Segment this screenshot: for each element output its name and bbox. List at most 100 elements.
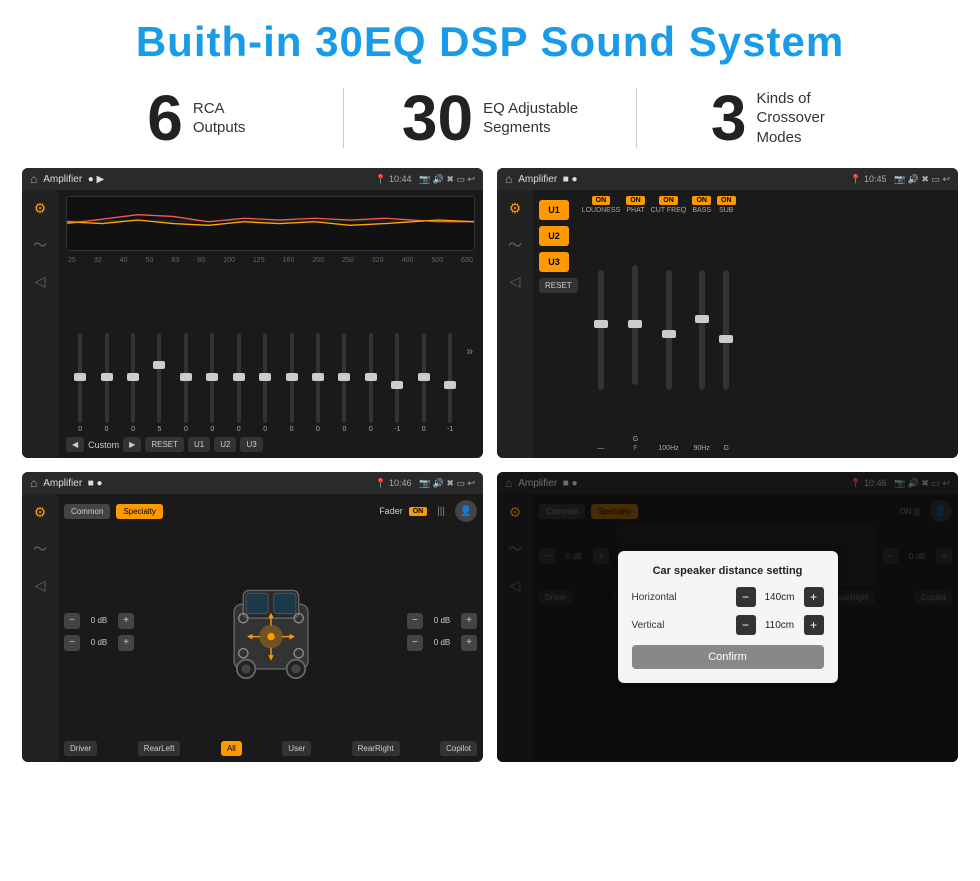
cross-sidebar: ⚙ 〜 ◁ (497, 190, 533, 458)
eq-slider-14[interactable]: -1 (438, 333, 462, 433)
eq-bottom-bar: ◀ Custom ▶ RESET U1 U2 U3 (66, 437, 475, 452)
eq-status-bar: ⌂ Amplifier ● ▶ 📍 10:44 📷 🔊 ✖ ▭ ↩ (22, 168, 483, 190)
cross-u1-btn[interactable]: U1 (539, 200, 569, 220)
eq-status-icons: 📍 10:44 📷 🔊 ✖ ▭ ↩ (375, 174, 475, 185)
confirm-button[interactable]: Confirm (632, 645, 824, 669)
stat-number-eq: 30 (402, 86, 473, 150)
cross-sidebar-icon-1[interactable]: ⚙ (509, 200, 522, 217)
screens-grid: ⌂ Amplifier ● ▶ 📍 10:44 📷 🔊 ✖ ▭ ↩ ⚙ 〜 ◁ (0, 168, 980, 762)
all-btn[interactable]: All (221, 741, 242, 756)
cutfreq-slider[interactable] (666, 216, 672, 443)
fader-home-icon[interactable]: ⌂ (30, 476, 37, 490)
rearright-btn[interactable]: RearRight (352, 741, 400, 756)
eq-sidebar-icon-1[interactable]: ⚙ (34, 200, 47, 217)
cutfreq-freq: 100Hz (658, 445, 678, 452)
phat-freq: F (633, 445, 637, 452)
eq-slider-10[interactable]: 0 (332, 333, 356, 433)
fader-right-controls: − 0 dB + − 0 dB + (407, 613, 477, 651)
eq-slider-11[interactable]: 0 (359, 333, 383, 433)
vertical-plus-btn[interactable]: + (804, 615, 824, 635)
vol3-minus-btn[interactable]: − (407, 613, 423, 629)
copilot-btn[interactable]: Copilot (440, 741, 477, 756)
fader-tab-bar: Common Specialty Fader ON ||| 👤 (64, 500, 477, 522)
eq-preset-label: Custom (88, 440, 119, 450)
fader-screen: ⌂ Amplifier ■ ● 📍 10:46 📷 🔊 ✖ ▭ ↩ ⚙ 〜 ◁ … (22, 472, 483, 762)
eq-u2-btn[interactable]: U2 (214, 437, 236, 452)
cross-sidebar-icon-2[interactable]: 〜 (508, 235, 522, 255)
vol2-plus-btn[interactable]: + (118, 635, 134, 651)
cross-u2-btn[interactable]: U2 (539, 226, 569, 246)
eq-u1-btn[interactable]: U1 (188, 437, 210, 452)
fader-left-controls: − 0 dB + − 0 dB + (64, 613, 134, 651)
eq-slider-5[interactable]: 0 (200, 333, 224, 433)
channel-bass: ON BASS 90Hz (692, 196, 711, 452)
eq-slider-6[interactable]: 0 (227, 333, 251, 433)
vol4-minus-btn[interactable]: − (407, 635, 423, 651)
car-diagram (142, 572, 399, 692)
vol-row-4: − 0 dB + (407, 635, 477, 651)
cross-u3-btn[interactable]: U3 (539, 252, 569, 272)
scroll-right-icon[interactable]: » (466, 344, 473, 358)
home-icon[interactable]: ⌂ (30, 172, 37, 186)
cross-u-buttons: U1 U2 U3 RESET (539, 196, 578, 452)
fader-sidebar-icon-3[interactable]: ◁ (35, 577, 46, 594)
cross-reset-btn[interactable]: RESET (539, 278, 578, 293)
fader-sidebar-icon-1[interactable]: ⚙ (34, 504, 47, 521)
eq-slider-0[interactable]: 0 (68, 333, 92, 433)
eq-slider-4[interactable]: 0 (174, 333, 198, 433)
eq-u3-btn[interactable]: U3 (240, 437, 262, 452)
divider-2 (636, 88, 637, 148)
loudness-slider[interactable] (598, 216, 604, 443)
eq-slider-13[interactable]: 0 (411, 333, 435, 433)
fader-content: Common Specialty Fader ON ||| 👤 − 0 dB + (58, 494, 483, 762)
eq-slider-3[interactable]: 5 (147, 333, 171, 433)
vol3-plus-btn[interactable]: + (461, 613, 477, 629)
fader-bottom-btns: Driver RearLeft All User RearRight Copil… (64, 741, 477, 756)
vol2-minus-btn[interactable]: − (64, 635, 80, 651)
sub-toggle[interactable]: ON (717, 196, 736, 205)
sub-slider[interactable] (723, 216, 729, 443)
tab-common[interactable]: Common (64, 504, 110, 519)
tab-specialty[interactable]: Specialty (116, 504, 162, 519)
eq-reset-btn[interactable]: RESET (145, 437, 184, 452)
fader-screen-body: ⚙ 〜 ◁ Common Specialty Fader ON ||| 👤 (22, 494, 483, 762)
cutfreq-toggle[interactable]: ON (659, 196, 678, 205)
vertical-controls: − 110cm + (736, 615, 824, 635)
fader-sidebar-icon-2[interactable]: 〜 (33, 539, 47, 559)
eq-prev-btn[interactable]: ◀ (66, 437, 84, 452)
eq-sidebar-icon-3[interactable]: ◁ (35, 273, 46, 290)
vol4-plus-btn[interactable]: + (461, 635, 477, 651)
phat-slider[interactable] (632, 216, 638, 434)
cross-channels: ON LOUDNESS — ON PHAT G (582, 196, 952, 452)
cross-content: U1 U2 U3 RESET ON LOUDNESS — (533, 190, 958, 458)
sub-label: SUB (719, 207, 733, 214)
vertical-minus-btn[interactable]: − (736, 615, 756, 635)
bass-toggle[interactable]: ON (692, 196, 711, 205)
user-btn[interactable]: User (282, 741, 311, 756)
vol1-plus-btn[interactable]: + (118, 613, 134, 629)
eq-slider-12[interactable]: -1 (385, 333, 409, 433)
loudness-toggle[interactable]: ON (592, 196, 611, 205)
eq-slider-9[interactable]: 0 (306, 333, 330, 433)
fader-profile-icon[interactable]: 👤 (455, 500, 477, 522)
cross-status-icons: 📍 10:45 📷 🔊 ✖ ▭ ↩ (850, 174, 950, 185)
eq-slider-8[interactable]: 0 (279, 333, 303, 433)
rearleft-btn[interactable]: RearLeft (138, 741, 181, 756)
eq-freq-labels: 2532405063 80100125160200 25032040050063… (66, 257, 475, 264)
vol1-minus-btn[interactable]: − (64, 613, 80, 629)
horizontal-minus-btn[interactable]: − (736, 587, 756, 607)
cross-home-icon[interactable]: ⌂ (505, 172, 512, 186)
fader-body: − 0 dB + − 0 dB + (64, 526, 477, 737)
eq-sidebar-icon-2[interactable]: 〜 (33, 235, 47, 255)
horizontal-plus-btn[interactable]: + (804, 587, 824, 607)
phat-toggle[interactable]: ON (626, 196, 645, 205)
bass-slider[interactable] (699, 216, 705, 443)
eq-slider-1[interactable]: 0 (94, 333, 118, 433)
cross-sidebar-icon-3[interactable]: ◁ (510, 273, 521, 290)
driver-btn[interactable]: Driver (64, 741, 97, 756)
fader-status-icons: 📍 10:46 📷 🔊 ✖ ▭ ↩ (375, 478, 475, 489)
eq-slider-2[interactable]: 0 (121, 333, 145, 433)
dialog-horizontal-row: Horizontal − 140cm + (632, 587, 824, 607)
eq-play-btn[interactable]: ▶ (123, 437, 141, 452)
eq-slider-7[interactable]: 0 (253, 333, 277, 433)
